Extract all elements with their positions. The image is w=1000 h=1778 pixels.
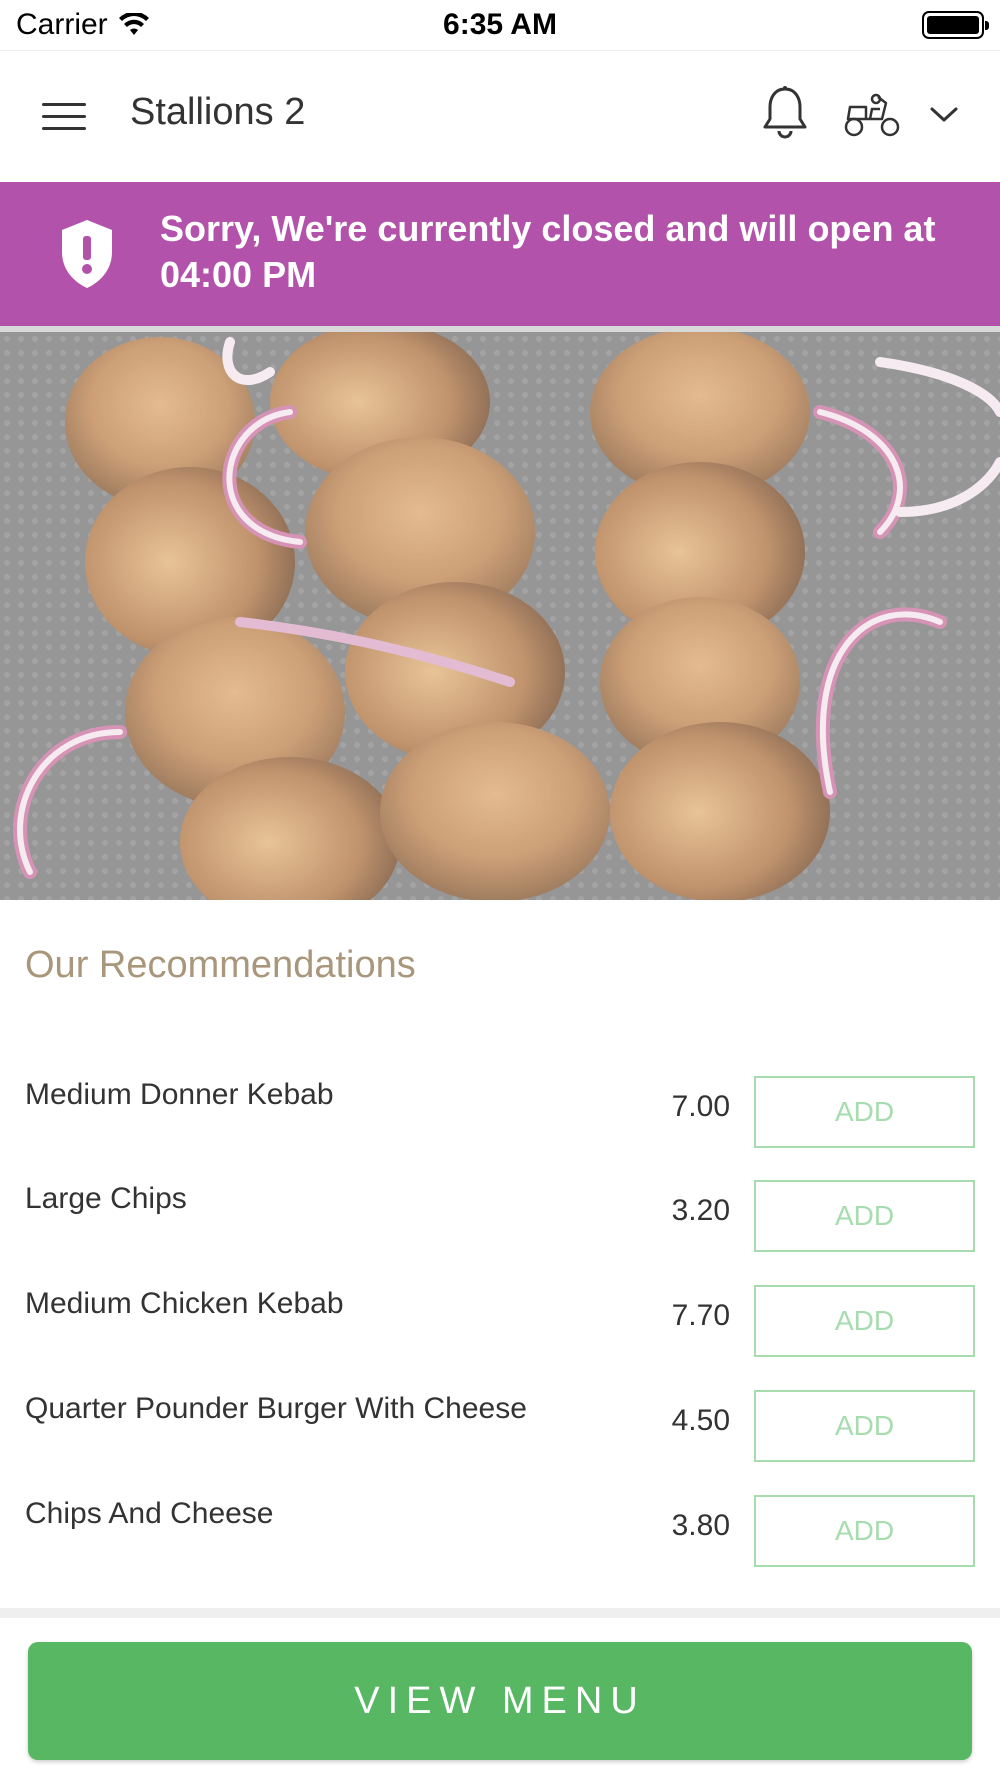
closed-banner: Sorry, We're currently closed and will o… (0, 182, 1000, 326)
shield-alert-icon (62, 220, 112, 288)
closed-dim-overlay (0, 332, 1000, 900)
page-title: Stallions 2 (130, 91, 306, 133)
add-button[interactable]: ADD (754, 1285, 975, 1357)
view-menu-button[interactable]: VIEW MENU (28, 1642, 972, 1760)
chevron-down-icon[interactable] (928, 103, 960, 125)
recommendations-title: Our Recommendations (25, 944, 416, 986)
add-button[interactable]: ADD (754, 1180, 975, 1252)
item-name: Medium Chicken Kebab (25, 1287, 344, 1320)
item-name: Quarter Pounder Burger With Cheese (25, 1392, 527, 1425)
item-price: 3.20 (671, 1194, 730, 1227)
status-time: 6:35 AM (443, 8, 557, 41)
list-item: Medium Chicken Kebab 7.70 ADD (0, 1279, 1000, 1359)
item-name: Medium Donner Kebab (25, 1078, 334, 1111)
hamburger-menu-icon[interactable] (42, 101, 88, 133)
battery-icon (922, 11, 989, 39)
status-bar: Carrier 6:35 AM (0, 0, 1000, 50)
add-button[interactable]: ADD (754, 1390, 975, 1462)
add-button[interactable]: ADD (754, 1495, 975, 1567)
item-price: 4.50 (671, 1404, 730, 1437)
add-button[interactable]: ADD (754, 1076, 975, 1148)
item-price: 7.70 (671, 1299, 730, 1332)
bell-icon[interactable] (760, 85, 810, 141)
hero-food-image (0, 326, 1000, 900)
item-price: 7.00 (671, 1090, 730, 1123)
delivery-scooter-icon[interactable] (842, 89, 902, 139)
closed-message: Sorry, We're currently closed and will o… (160, 208, 936, 295)
item-name: Chips And Cheese (25, 1497, 274, 1530)
list-item: Medium Donner Kebab 7.00 ADD (0, 1070, 1000, 1150)
list-item: Large Chips 3.20 ADD (0, 1174, 1000, 1254)
list-item: Chips And Cheese 3.80 ADD (0, 1489, 1000, 1569)
item-name: Large Chips (25, 1182, 187, 1215)
app-header: Stallions 2 (0, 50, 1000, 182)
bottom-divider (0, 1608, 1000, 1618)
item-price: 3.80 (671, 1509, 730, 1542)
list-item: Quarter Pounder Burger With Cheese 4.50 … (0, 1384, 1000, 1464)
